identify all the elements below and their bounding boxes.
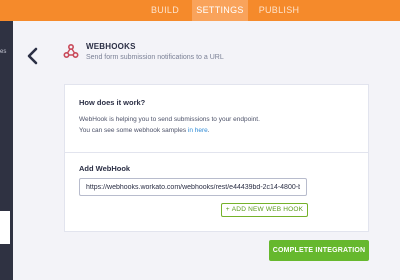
webhook-icon: [63, 43, 79, 59]
plus-icon: +: [225, 206, 230, 213]
top-nav-bar: BUILD SETTINGS PUBLISH: [0, 0, 400, 21]
samples-text: You can see some webhook samples in here…: [79, 127, 210, 134]
webhook-card: How does it work? WebHook is helping you…: [64, 84, 369, 232]
add-new-webhook-button[interactable]: + ADD NEW WEB HOOK: [221, 203, 308, 217]
samples-link[interactable]: in here: [188, 127, 208, 134]
add-new-webhook-label: ADD NEW WEB HOOK: [231, 206, 304, 213]
sidebar-selected-item[interactable]: [0, 211, 10, 244]
how-it-works-text: WebHook is helping you to send submissio…: [79, 116, 260, 123]
tab-build[interactable]: BUILD: [138, 0, 192, 21]
samples-text-prefix: You can see some webhook samples: [79, 127, 188, 134]
complete-integration-button[interactable]: COMPLETE INTEGRATION: [269, 240, 369, 261]
how-it-works-section: How does it work? WebHook is helping you…: [65, 85, 368, 153]
chevron-left-icon[interactable]: [26, 47, 40, 65]
left-sidebar: es: [0, 21, 13, 280]
sidebar-label-fragment: es: [0, 49, 7, 55]
page-title: WEBHOOKS: [86, 42, 136, 51]
tab-settings[interactable]: SETTINGS: [192, 0, 248, 21]
page-subtitle: Send form submission notifications to a …: [86, 54, 224, 61]
tab-publish[interactable]: PUBLISH: [248, 0, 310, 21]
how-it-works-title: How does it work?: [79, 98, 146, 107]
samples-text-suffix: .: [207, 127, 210, 134]
webhook-url-input[interactable]: [79, 178, 307, 196]
add-webhook-title: Add WebHook: [79, 164, 131, 173]
